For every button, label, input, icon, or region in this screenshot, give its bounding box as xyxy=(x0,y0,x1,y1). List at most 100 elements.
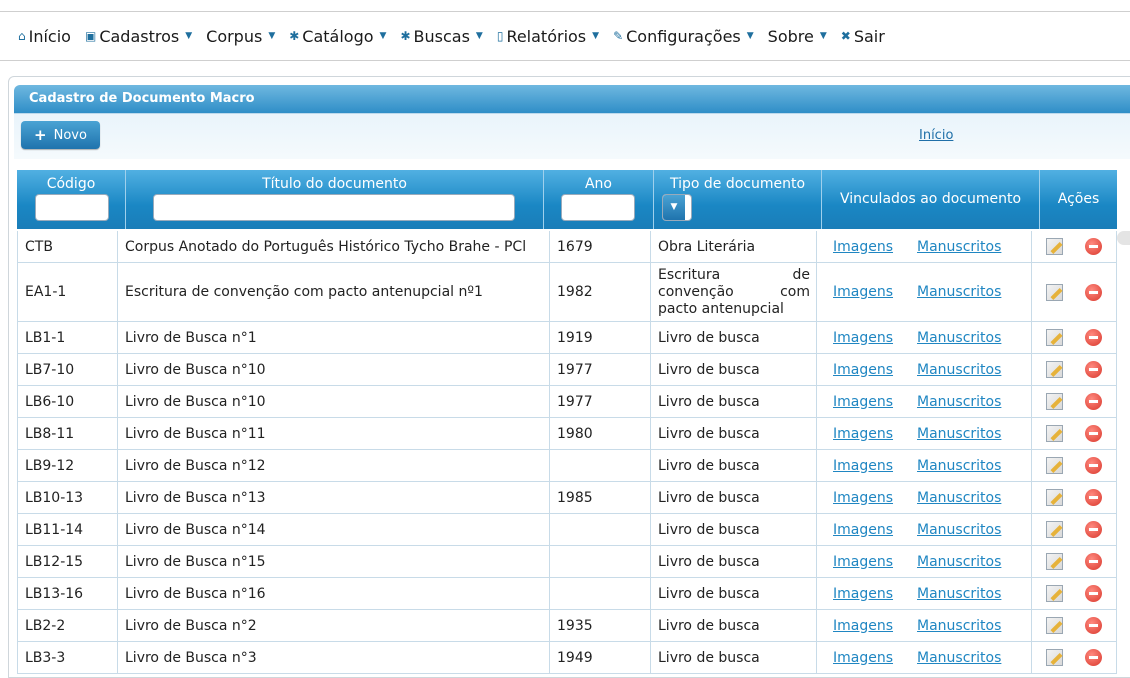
column-header-codigo: Código xyxy=(17,170,126,229)
cell-titulo: Escritura de convenção com pacto antenup… xyxy=(118,263,550,321)
column-header-acoes: Ações xyxy=(1040,170,1117,229)
manuscritos-link[interactable]: Manuscritos xyxy=(917,586,1001,602)
edit-icon[interactable] xyxy=(1046,553,1063,570)
edit-icon[interactable] xyxy=(1046,283,1063,301)
imagens-link[interactable]: Imagens xyxy=(833,458,893,474)
ano-filter-input[interactable] xyxy=(561,194,635,221)
manuscritos-link[interactable]: Manuscritos xyxy=(917,522,1001,538)
edit-icon[interactable] xyxy=(1046,617,1063,634)
nav-item-label: Catálogo xyxy=(302,26,374,46)
edit-icon[interactable] xyxy=(1046,457,1063,474)
codigo-filter-input[interactable] xyxy=(35,194,109,221)
titulo-filter-input[interactable] xyxy=(153,194,515,221)
delete-icon[interactable] xyxy=(1085,329,1102,346)
cell-tipo: Livro de busca xyxy=(651,546,817,577)
nav-item-3[interactable]: ✱ Catálogo ▼ xyxy=(289,27,386,46)
column-header-vinculados: Vinculados ao documento xyxy=(822,170,1040,229)
table-row: CTB Corpus Anotado do Português Histórico… xyxy=(17,231,1117,263)
delete-icon[interactable] xyxy=(1085,425,1102,442)
chevron-down-icon: ▼ xyxy=(663,195,685,220)
cell-tipo: Livro de busca xyxy=(651,450,817,481)
manuscritos-link[interactable]: Manuscritos xyxy=(917,284,1001,300)
edit-icon[interactable] xyxy=(1046,329,1063,346)
delete-icon[interactable] xyxy=(1085,457,1102,474)
cell-tipo: Livro de busca xyxy=(651,610,817,641)
delete-icon[interactable] xyxy=(1085,361,1102,378)
imagens-link[interactable]: Imagens xyxy=(833,586,893,602)
manuscritos-link[interactable]: Manuscritos xyxy=(917,490,1001,506)
cell-tipo: Livro de busca xyxy=(651,386,817,417)
table-row: LB11-14 Livro de Busca n°14 Livro de busca… xyxy=(17,514,1117,546)
panel-title: Cadastro de Documento Macro xyxy=(14,85,1130,113)
close-icon: ✖ xyxy=(840,29,851,43)
cell-ano: 1982 xyxy=(550,263,651,321)
cell-ano: 1977 xyxy=(550,386,651,417)
home-link[interactable]: Início xyxy=(919,128,953,143)
delete-icon[interactable] xyxy=(1085,489,1102,506)
nav-item-6[interactable]: ✎ Configurações ▼ xyxy=(613,27,754,46)
imagens-link[interactable]: Imagens xyxy=(833,394,893,410)
edit-icon[interactable] xyxy=(1046,649,1063,666)
delete-icon[interactable] xyxy=(1085,617,1102,634)
nav-item-5[interactable]: ▯ Relatórios ▼ xyxy=(497,27,599,46)
cell-ano: 1977 xyxy=(550,354,651,385)
cell-titulo: Livro de Busca n°15 xyxy=(118,546,550,577)
delete-icon[interactable] xyxy=(1085,521,1102,538)
cell-codigo: LB6-10 xyxy=(17,386,118,417)
edit-icon[interactable] xyxy=(1046,393,1063,410)
manuscritos-link[interactable]: Manuscritos xyxy=(917,362,1001,378)
cell-codigo: LB1-1 xyxy=(17,322,118,353)
imagens-link[interactable]: Imagens xyxy=(833,284,893,300)
edit-icon[interactable] xyxy=(1046,425,1063,442)
tipo-filter-select[interactable]: ▼ xyxy=(662,194,692,221)
imagens-link[interactable]: Imagens xyxy=(833,362,893,378)
manuscritos-link[interactable]: Manuscritos xyxy=(917,618,1001,634)
delete-icon[interactable] xyxy=(1085,283,1102,301)
gear-icon: ✱ xyxy=(289,29,300,43)
scrollbar[interactable] xyxy=(1117,231,1130,245)
home-icon: ⌂ xyxy=(18,29,26,43)
imagens-link[interactable]: Imagens xyxy=(833,618,893,634)
edit-icon[interactable] xyxy=(1046,585,1063,602)
imagens-link[interactable]: Imagens xyxy=(833,330,893,346)
nav-item-7[interactable]: Sobre ▼ xyxy=(768,27,827,46)
cell-ano xyxy=(550,514,651,545)
delete-icon[interactable] xyxy=(1085,585,1102,602)
nav-item-4[interactable]: ✱ Buscas ▼ xyxy=(400,27,482,46)
nav-item-1[interactable]: ▣ Cadastros ▼ xyxy=(85,27,192,46)
new-button[interactable]: + Novo xyxy=(21,121,100,149)
delete-icon[interactable] xyxy=(1085,553,1102,570)
manuscritos-link[interactable]: Manuscritos xyxy=(917,458,1001,474)
imagens-link[interactable]: Imagens xyxy=(833,426,893,442)
manuscritos-link[interactable]: Manuscritos xyxy=(917,426,1001,442)
imagens-link[interactable]: Imagens xyxy=(833,650,893,666)
cell-ano xyxy=(550,578,651,609)
delete-icon[interactable] xyxy=(1085,238,1102,255)
edit-icon[interactable] xyxy=(1046,489,1063,506)
cell-tipo: Livro de busca xyxy=(651,418,817,449)
cell-titulo: Livro de Busca n°2 xyxy=(118,610,550,641)
edit-icon[interactable] xyxy=(1046,521,1063,538)
manuscritos-link[interactable]: Manuscritos xyxy=(917,394,1001,410)
edit-icon[interactable] xyxy=(1046,238,1063,255)
imagens-link[interactable]: Imagens xyxy=(833,239,893,255)
imagens-link[interactable]: Imagens xyxy=(833,522,893,538)
imagens-link[interactable]: Imagens xyxy=(833,490,893,506)
nav-item-2[interactable]: Corpus ▼ xyxy=(206,27,275,46)
top-navbar: ⌂ Início ▣ Cadastros ▼ Corpus ▼ ✱ Catálogo ▼ ✱ Busc… xyxy=(0,11,1130,61)
nav-item-0[interactable]: ⌂ Início xyxy=(18,27,71,46)
delete-icon[interactable] xyxy=(1085,649,1102,666)
nav-item-8[interactable]: ✖ Sair xyxy=(841,27,885,46)
manuscritos-link[interactable]: Manuscritos xyxy=(917,239,1001,255)
cell-titulo: Livro de Busca n°1 xyxy=(118,322,550,353)
cell-tipo: Livro de busca xyxy=(651,578,817,609)
delete-icon[interactable] xyxy=(1085,393,1102,410)
manuscritos-link[interactable]: Manuscritos xyxy=(917,330,1001,346)
nav-item-label: Buscas xyxy=(413,26,470,46)
manuscritos-link[interactable]: Manuscritos xyxy=(917,554,1001,570)
cell-codigo: LB2-2 xyxy=(17,610,118,641)
imagens-link[interactable]: Imagens xyxy=(833,554,893,570)
cell-vinculados: Imagens Manuscritos xyxy=(817,386,1032,417)
edit-icon[interactable] xyxy=(1046,361,1063,378)
manuscritos-link[interactable]: Manuscritos xyxy=(917,650,1001,666)
